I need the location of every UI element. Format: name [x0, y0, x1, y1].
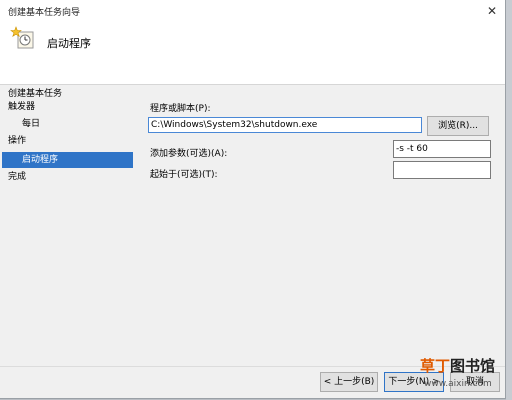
start-in-input[interactable]	[393, 161, 491, 179]
sidebar-item-label: 操作	[8, 136, 27, 146]
program-path-input[interactable]	[148, 117, 422, 133]
sidebar-item-label: 启动程序	[22, 155, 59, 165]
sidebar-item-label: 触发器	[8, 102, 36, 112]
back-button[interactable]: < 上一步(B)	[320, 372, 378, 392]
wizard-window: 创建基本任务向导 ✕ 启动程序 创建基本任务 触发器 每日 操作 启动程序 完成…	[0, 0, 506, 399]
wizard-header: 启动程序	[0, 22, 505, 85]
page-title: 启动程序	[47, 37, 91, 50]
program-label: 程序或脚本(P):	[150, 104, 211, 114]
task-wizard-icon	[10, 26, 34, 49]
sidebar-item-label: 创建基本任务	[8, 89, 63, 99]
close-icon: ✕	[486, 4, 498, 18]
start-in-label: 起始于(可选)(T):	[150, 170, 218, 180]
sidebar-item-label: 完成	[8, 172, 27, 182]
browse-button[interactable]: 浏览(R)...	[427, 116, 489, 136]
arguments-label: 添加参数(可选)(A):	[150, 149, 228, 159]
sidebar-item-finish[interactable]: 完成	[8, 169, 128, 185]
background-window-edge	[506, 0, 512, 400]
arguments-input[interactable]	[393, 140, 491, 158]
sidebar-item-label: 每日	[22, 119, 41, 129]
window-title: 创建基本任务向导	[8, 8, 81, 18]
wizard-content: 程序或脚本(P): 浏览(R)... 添加参数(可选)(A): 起始于(可选)(…	[140, 85, 505, 375]
cancel-button[interactable]: 取消	[450, 372, 500, 392]
sidebar-item-start-program[interactable]: 启动程序	[2, 152, 133, 168]
next-button[interactable]: 下一步(N) >	[384, 372, 444, 392]
sidebar-item-daily[interactable]: 每日	[22, 116, 128, 132]
close-button[interactable]: ✕	[481, 2, 503, 20]
title-bar: 创建基本任务向导 ✕	[0, 0, 505, 22]
footer-divider	[0, 366, 505, 367]
sidebar-item-action[interactable]: 操作	[8, 133, 128, 149]
sidebar-item-trigger[interactable]: 触发器	[8, 99, 128, 115]
wizard-steps-sidebar: 创建基本任务 触发器 每日 操作 启动程序 完成	[0, 85, 140, 398]
